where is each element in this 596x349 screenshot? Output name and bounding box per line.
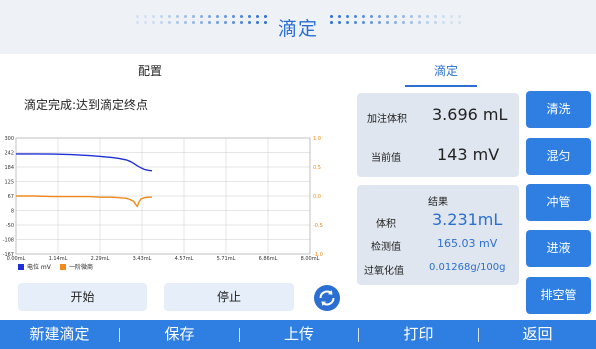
print-button[interactable]: 打印 <box>359 320 478 349</box>
x-tick-label: 6.86mL <box>259 256 278 262</box>
intake-button[interactable]: 进液 <box>526 230 591 267</box>
bottom-toolbar: 新建滴定 保存 上传 打印 返回 <box>0 320 596 349</box>
decor-dot <box>442 15 445 18</box>
decor-dot <box>402 21 405 24</box>
decor-dot <box>362 15 365 18</box>
x-tick-label: 4.57mL <box>175 256 194 262</box>
decor-dot <box>402 15 405 18</box>
detect-label: 检测值 <box>371 242 401 253</box>
decor-dot <box>434 15 437 18</box>
x-tick-label: 5.71mL <box>217 256 236 262</box>
current-label: 当前值 <box>371 153 401 164</box>
volume-value: 3.696 mL <box>432 105 508 124</box>
decor-dot <box>410 21 413 24</box>
mix-button[interactable]: 混匀 <box>526 138 591 175</box>
decor-dot <box>354 21 357 24</box>
decor-dot <box>410 15 413 18</box>
decor-dot <box>378 21 381 24</box>
decor-dot <box>458 21 461 24</box>
volume-label: 加注体积 <box>367 114 407 125</box>
y-right-tick-label: 1.0 <box>313 136 321 142</box>
readings-panel: 加注体积 3.696 mL 当前值 143 mV <box>357 93 519 177</box>
decor-dot <box>386 21 389 24</box>
y-left-tick-label: -50 <box>6 223 14 229</box>
clean-button[interactable]: 清洗 <box>526 91 591 128</box>
peroxide-value: 0.01268g/100g <box>429 262 506 273</box>
decor-dot <box>330 21 333 24</box>
y-right-tick-label: 0.5 <box>313 165 321 171</box>
decor-dot <box>370 21 373 24</box>
decor-dot <box>394 15 397 18</box>
y-left-tick-label: -108 <box>3 237 14 243</box>
y-left-tick-label: 242 <box>4 150 14 156</box>
decor-dot <box>450 15 453 18</box>
decor-dot <box>386 15 389 18</box>
x-tick-label: 3.43mL <box>133 256 152 262</box>
back-button[interactable]: 返回 <box>479 320 596 349</box>
decor-dot <box>458 15 461 18</box>
tab-active-indicator <box>405 85 477 87</box>
y-right-tick-label: -1.0 <box>313 252 323 258</box>
y-left-tick-label: 8 <box>11 208 14 214</box>
decor-dot <box>338 15 341 18</box>
decor-dot <box>362 21 365 24</box>
decor-dot <box>346 21 349 24</box>
decor-dot <box>370 15 373 18</box>
refresh-icon[interactable] <box>314 285 340 311</box>
y-left-tick-label: 300 <box>4 136 14 142</box>
tab-titration[interactable]: 滴定 <box>396 54 496 88</box>
y-right-tick-label: -0.5 <box>313 223 323 229</box>
start-button[interactable]: 开始 <box>18 283 147 311</box>
decor-dot <box>426 21 429 24</box>
result-title: 结果 <box>428 197 448 208</box>
decor-dot <box>378 15 381 18</box>
decor-dot <box>394 21 397 24</box>
status-text: 滴定完成:达到滴定终点 <box>24 98 149 112</box>
tab-bar: 配置 滴定 <box>0 54 596 88</box>
tab-config[interactable]: 配置 <box>0 54 300 88</box>
result-volume-value: 3.231mL <box>432 210 503 229</box>
header: 滴定 <box>0 0 596 54</box>
decor-dot <box>418 15 421 18</box>
result-panel: 结果 体积 3.231mL 检测值 165.03 mV 过氧化值 0.01268… <box>357 185 519 285</box>
upload-button[interactable]: 上传 <box>240 320 358 349</box>
drain-button[interactable]: 排空管 <box>526 277 591 314</box>
decor-dot <box>442 21 445 24</box>
decor-dot <box>330 15 333 18</box>
x-tick-label: 2.29mL <box>91 256 110 262</box>
result-volume-label: 体积 <box>376 219 396 230</box>
decor-dot <box>346 15 349 18</box>
page-title: 滴定 <box>277 18 318 40</box>
stop-button[interactable]: 停止 <box>164 283 294 311</box>
legend-swatch-potential <box>18 264 24 270</box>
y-left-tick-label: -167 <box>3 252 14 258</box>
y-left-tick-label: 184 <box>4 165 14 171</box>
y-left-tick-label: 125 <box>4 179 14 185</box>
legend-label-derivative: 一阶微商 <box>69 263 93 271</box>
new-titration-button[interactable]: 新建滴定 <box>0 320 119 349</box>
y-left-tick-label: 67 <box>8 194 14 200</box>
flush-button[interactable]: 冲管 <box>526 184 591 221</box>
decor-dot <box>450 21 453 24</box>
save-button[interactable]: 保存 <box>120 320 239 349</box>
legend-label-potential: 电位 mV <box>27 263 52 271</box>
decor-dot <box>434 21 437 24</box>
x-tick-label: 1.14mL <box>49 256 68 262</box>
decor-dot <box>354 15 357 18</box>
decor-dot <box>338 21 341 24</box>
peroxide-label: 过氧化值 <box>364 266 404 277</box>
decor-dot <box>418 21 421 24</box>
titration-chart: 0.00mL 1.14mL 2.29mL 3.43mL 4.57mL 5.71mL 6.86… <box>3 136 323 271</box>
detect-value: 165.03 mV <box>437 237 498 250</box>
current-value: 143 mV <box>437 145 500 164</box>
legend-swatch-derivative <box>60 264 66 270</box>
y-right-tick-label: 0.0 <box>313 194 321 200</box>
decor-dot <box>426 15 429 18</box>
